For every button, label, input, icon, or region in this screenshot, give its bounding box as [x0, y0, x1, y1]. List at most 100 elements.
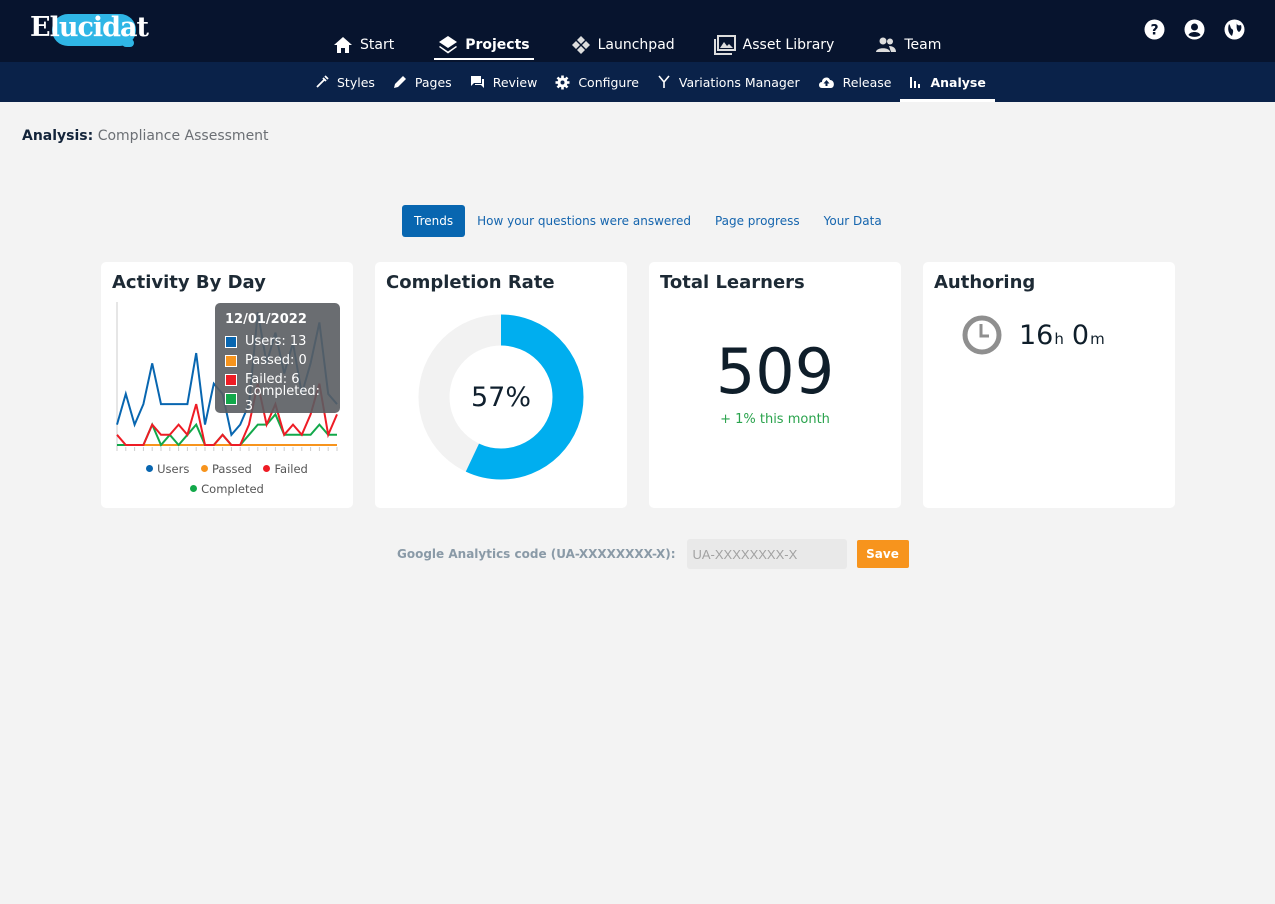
nav-launchpad[interactable]: Launchpad	[563, 30, 683, 60]
tooltip-swatch	[225, 392, 237, 405]
subnav-pages-label: Pages	[414, 74, 452, 90]
learners-trend: + 1% this month	[720, 412, 830, 427]
total-learners-card: Total Learners 509 + 1% this month	[649, 262, 901, 508]
globe-icon[interactable]	[1224, 19, 1245, 40]
subnav-release[interactable]: Release	[809, 62, 901, 102]
nav-asset-library[interactable]: Asset Library	[706, 30, 843, 60]
legend-dot	[190, 485, 198, 492]
comment-icon	[470, 76, 484, 88]
page-title-label: Analysis:	[22, 128, 94, 144]
tab-your-data[interactable]: Your Data	[812, 205, 894, 237]
main-nav: Start Projects Launchpad Asset Library T…	[325, 30, 949, 62]
nav-launchpad-label: Launchpad	[597, 37, 675, 53]
ga-label: Google Analytics code (UA-XXXXXXXX-X):	[397, 547, 676, 561]
activity-title: Activity By Day	[112, 272, 266, 293]
google-analytics-form: Google Analytics code (UA-XXXXXXXX-X): S…	[397, 539, 909, 569]
eyedropper-icon	[316, 75, 329, 88]
tooltip-row-users: Users: 13	[225, 332, 330, 351]
authoring-time-row: 16h 0m	[961, 314, 1113, 356]
nav-projects-label: Projects	[465, 37, 530, 53]
legend-label: Users	[157, 461, 190, 476]
logo-text: Elucidat	[30, 12, 149, 43]
subnav-configure-label: Configure	[578, 74, 639, 90]
page-title: Analysis: Compliance Assessment	[22, 128, 269, 144]
tooltip-row-completed: Completed: 3	[225, 384, 330, 414]
subnav-configure[interactable]: Configure	[546, 62, 648, 102]
bar-chart-icon	[910, 77, 921, 88]
legend-dot	[146, 465, 154, 472]
top-right-icons: ?	[1144, 19, 1245, 40]
gear-icon	[555, 75, 570, 89]
launchpad-icon	[571, 36, 590, 54]
tooltip-completed: Completed: 3	[244, 383, 321, 414]
authoring-hours: 16	[1019, 319, 1054, 351]
tooltip-swatch	[225, 373, 237, 386]
legend-users[interactable]: Users	[146, 462, 189, 476]
elucidat-logo[interactable]: Elucidat	[30, 10, 149, 50]
legend-failed[interactable]: Failed	[263, 461, 308, 476]
tooltip-swatch	[225, 335, 237, 348]
nav-team-label: Team	[904, 37, 942, 53]
clock-icon	[962, 315, 1002, 355]
subnav-pages[interactable]: Pages	[384, 62, 461, 102]
top-bar: Elucidat Start Projects Launchpad Asset …	[0, 0, 1275, 62]
account-icon[interactable]	[1184, 19, 1205, 40]
authoring-card: Authoring 16h 0m	[923, 262, 1175, 508]
tab-page-progress[interactable]: Page progress	[703, 205, 812, 237]
save-button[interactable]: Save	[856, 540, 909, 568]
subnav-review[interactable]: Review	[461, 62, 547, 102]
legend-passed[interactable]: Passed	[201, 462, 252, 476]
cloud-upload-icon	[818, 77, 834, 88]
subnav-analyse[interactable]: Analyse	[900, 62, 996, 102]
tooltip-row-passed: Passed: 0	[225, 351, 330, 370]
chart-tooltip: 12/01/2022 Users: 13 Passed: 0 Failed: 6…	[215, 303, 340, 414]
chart-legend: Users Passed Failed	[101, 461, 353, 476]
image-library-icon	[713, 35, 736, 55]
tab-trends[interactable]: Trends	[402, 205, 466, 237]
nav-team[interactable]: Team	[867, 30, 949, 60]
learners-title: Total Learners	[660, 272, 805, 293]
tab-questions-answered[interactable]: How your questions were answered	[465, 205, 703, 237]
tooltip-passed: Passed: 0	[245, 353, 307, 368]
authoring-time: 16h 0m	[1019, 320, 1113, 351]
subnav-styles[interactable]: Styles	[306, 62, 384, 102]
authoring-minutes: 0	[1071, 319, 1090, 351]
svg-text:?: ?	[1150, 23, 1158, 39]
subnav-review-label: Review	[492, 74, 538, 90]
nav-start[interactable]: Start	[325, 30, 402, 60]
nav-asset-library-label: Asset Library	[742, 37, 835, 53]
branch-icon	[658, 75, 670, 88]
tooltip-swatch	[225, 354, 237, 367]
ga-code-input[interactable]	[686, 539, 847, 569]
legend-label: Passed	[212, 461, 252, 476]
tooltip-date: 12/01/2022	[225, 312, 307, 327]
authoring-minutes-unit: m	[1090, 329, 1105, 348]
layers-icon	[439, 36, 458, 54]
nav-start-label: Start	[360, 37, 395, 53]
subnav-variations-label: Variations Manager	[678, 74, 800, 90]
nav-projects[interactable]: Projects	[430, 30, 537, 60]
authoring-hours-unit: h	[1054, 329, 1064, 348]
legend-completed[interactable]: Completed	[190, 482, 264, 496]
legend-dot	[263, 465, 271, 472]
legend-dot	[201, 465, 208, 472]
activity-by-day-card: Activity By Day 12/01/2022 Users: 13 Pas…	[101, 262, 353, 508]
subnav-analyse-label: Analyse	[930, 74, 986, 90]
chart-legend-row2: Completed	[101, 481, 353, 496]
home-icon	[334, 37, 352, 53]
subnav-release-label: Release	[842, 74, 892, 90]
sub-nav: Styles Pages Review Configure Variations…	[0, 62, 1275, 102]
analysis-tabs: Trends How your questions were answered …	[402, 205, 894, 237]
completion-value: 57%	[470, 382, 531, 413]
subnav-variations-manager[interactable]: Variations Manager	[648, 62, 809, 102]
learners-count: 509	[715, 335, 835, 408]
authoring-title: Authoring	[934, 272, 1036, 293]
completion-rate-card: Completion Rate 57%	[375, 262, 627, 508]
team-icon	[876, 37, 897, 52]
help-icon[interactable]: ?	[1144, 19, 1165, 40]
pencil-icon	[393, 76, 406, 88]
subnav-styles-label: Styles	[337, 74, 375, 90]
legend-label: Failed	[274, 461, 308, 476]
legend-label: Completed	[201, 481, 264, 496]
tooltip-users: Users: 13	[245, 334, 307, 349]
